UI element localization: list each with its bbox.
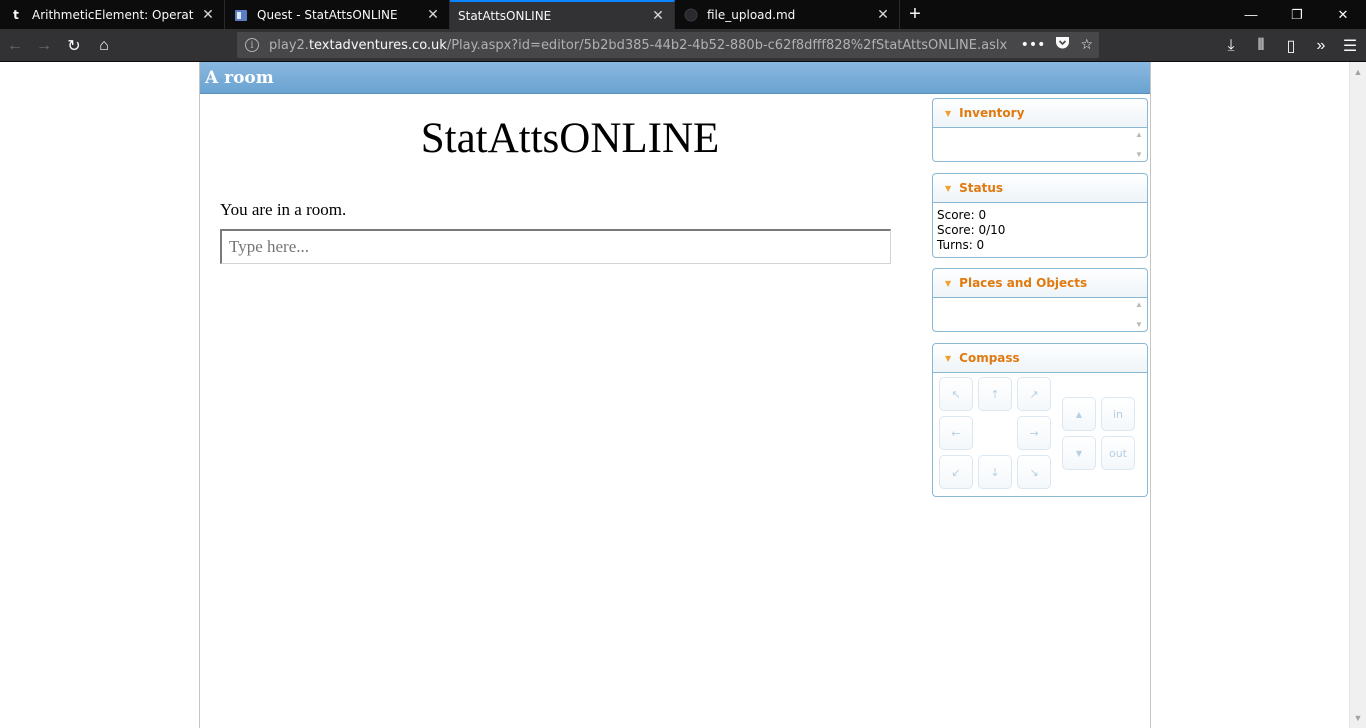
close-tab-icon[interactable]: ✕ [425,7,441,23]
tab-quest[interactable]: Quest - StatAttsONLINE ✕ [225,0,450,29]
places-list[interactable]: ▲ ▼ [933,298,1147,331]
places-objects-pane: ▼ Places and Objects ▲ ▼ [932,268,1148,332]
page-actions-icon[interactable]: ••• [1021,37,1046,53]
collapse-triangle-icon: ▼ [945,108,952,118]
library-icon[interactable]: ⫴ [1248,33,1274,59]
scroll-up-icon[interactable]: ▲ [1135,130,1143,139]
sidebar-icon[interactable]: ▯ [1278,33,1304,59]
url-bar[interactable]: i play2.textadventures.co.uk/Play.aspx?i… [237,32,1099,58]
compass-body: ↖ ↑ ↗ ← → ↙ ↓ ↘ ▲ in ▼ out [933,373,1147,496]
list-scrollbar[interactable]: ▲ ▼ [1133,300,1145,329]
compass-northwest-button[interactable]: ↖ [939,377,973,411]
status-pane-header[interactable]: ▼ Status [933,174,1147,203]
page-scrollbar[interactable]: ▲ ▼ [1349,62,1366,728]
tab-title: Quest - StatAttsONLINE [257,7,398,22]
command-input[interactable] [220,229,891,264]
status-line: Score: 0 [937,208,987,222]
tab-statatts-online[interactable]: StatAttsONLINE ✕ [450,0,675,29]
inventory-pane: ▼ Inventory ▲ ▼ [932,98,1148,162]
scroll-down-icon[interactable]: ▼ [1350,710,1366,726]
compass-pane: ▼ Compass ↖ ↑ ↗ ← → ↙ ↓ ↘ ▲ in ▼ out [932,343,1148,497]
compass-south-button[interactable]: ↓ [978,455,1012,489]
tab-title: file_upload.md [707,7,796,22]
location-bar: A room [200,62,1150,94]
compass-up-button[interactable]: ▲ [1062,397,1096,431]
compass-southeast-button[interactable]: ↘ [1017,455,1051,489]
new-tab-button[interactable]: + [900,0,930,29]
inventory-list[interactable]: ▲ ▼ [933,128,1147,161]
scroll-down-icon[interactable]: ▼ [1135,150,1143,159]
reload-icon[interactable]: ↻ [61,33,87,59]
tab-bar: t ArithmeticElement: Operation ✕ Quest -… [0,0,1366,29]
places-pane-header[interactable]: ▼ Places and Objects [933,269,1147,298]
quest-icon [233,7,249,23]
tumblr-icon: t [13,7,19,22]
restore-icon[interactable]: ❐ [1274,0,1320,29]
status-line: Score: 0/10 [937,223,1006,237]
compass-out-button[interactable]: out [1101,436,1135,470]
tab-title: ArithmeticElement: Operation [32,7,194,22]
navigation-toolbar: ← → ↻ ⌂ i play2.textadventures.co.uk/Pla… [0,29,1366,62]
menu-icon[interactable]: ☰ [1337,33,1363,59]
inventory-pane-header[interactable]: ▼ Inventory [933,99,1147,128]
bookmark-star-icon[interactable]: ☆ [1080,37,1093,53]
close-tab-icon[interactable]: ✕ [200,7,216,23]
game-title: StatAttsONLINE [420,115,720,162]
close-tab-icon[interactable]: ✕ [650,8,666,24]
compass-southwest-button[interactable]: ↙ [939,455,973,489]
minimize-icon[interactable]: — [1228,0,1274,29]
compass-down-button[interactable]: ▼ [1062,436,1096,470]
forward-icon[interactable]: → [31,33,57,59]
compass-northeast-button[interactable]: ↗ [1017,377,1051,411]
home-icon[interactable]: ⌂ [91,33,117,59]
collapse-triangle-icon: ▼ [945,353,952,363]
location-title: A room [205,68,274,88]
collapse-triangle-icon: ▼ [945,183,952,193]
scroll-down-icon[interactable]: ▼ [1135,320,1143,329]
pane-title: Inventory [959,106,1025,120]
overflow-chevron-icon[interactable]: » [1308,33,1334,59]
compass-north-button[interactable]: ↑ [978,377,1012,411]
downloads-icon[interactable]: ⤓ [1218,33,1244,59]
compass-west-button[interactable]: ← [939,416,973,450]
site-info-icon[interactable]: i [245,38,259,52]
pane-title: Compass [959,351,1020,365]
status-body: Score: 0 Score: 0/10 Turns: 0 [933,203,1147,257]
close-window-icon[interactable]: ✕ [1320,0,1366,29]
compass-pane-header[interactable]: ▼ Compass [933,344,1147,373]
status-pane: ▼ Status Score: 0 Score: 0/10 Turns: 0 [932,173,1148,258]
close-tab-icon[interactable]: ✕ [875,7,891,23]
pane-title: Places and Objects [959,276,1088,290]
back-icon[interactable]: ← [2,33,28,59]
page-content: A room StatAttsONLINE You are in a room.… [0,62,1366,728]
tab-title: StatAttsONLINE [458,8,552,23]
scroll-up-icon[interactable]: ▲ [1350,64,1366,80]
tab-file-upload[interactable]: file_upload.md ✕ [675,0,900,29]
tab-arithmetic-element[interactable]: t ArithmeticElement: Operation ✕ [0,0,225,29]
scroll-up-icon[interactable]: ▲ [1135,300,1143,309]
status-line: Turns: 0 [937,238,985,252]
list-scrollbar[interactable]: ▲ ▼ [1133,130,1145,159]
github-icon [683,7,699,23]
pane-title: Status [959,181,1004,195]
compass-east-button[interactable]: → [1017,416,1051,450]
url-text[interactable]: play2.textadventures.co.uk/Play.aspx?id=… [269,38,1007,53]
pocket-icon[interactable] [1055,36,1070,54]
collapse-triangle-icon: ▼ [945,278,952,288]
compass-in-button[interactable]: in [1101,397,1135,431]
game-container: A room StatAttsONLINE You are in a room.… [199,62,1151,728]
room-description: You are in a room. [220,200,347,219]
